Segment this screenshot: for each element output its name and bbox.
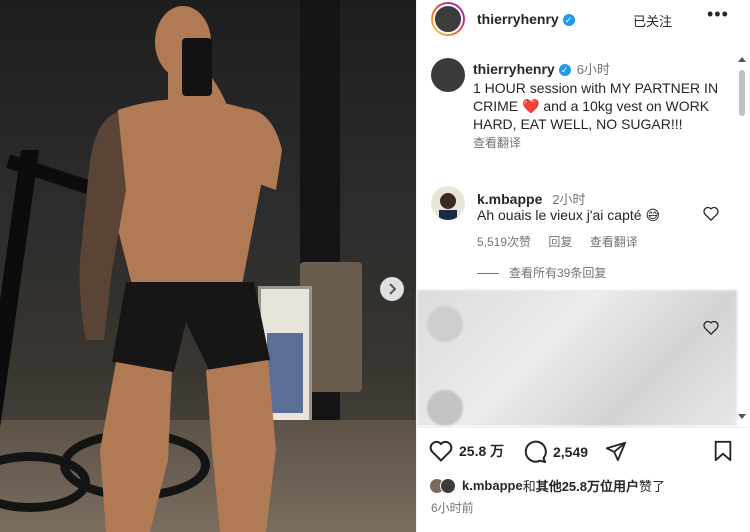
blurred-comments <box>417 290 737 426</box>
comment-time[interactable]: 2小时 <box>552 192 585 207</box>
author-avatar[interactable] <box>431 2 465 36</box>
liked-by-user[interactable]: k.mbappe <box>462 478 523 493</box>
comment-reply-button[interactable]: 回复 <box>548 235 572 249</box>
share-action[interactable] <box>605 440 627 462</box>
caption-time[interactable]: 6小时 <box>577 62 610 77</box>
liker-avatar[interactable] <box>440 477 456 494</box>
save-action[interactable] <box>713 440 733 462</box>
post-timestamp[interactable]: 6小时前 <box>431 499 474 516</box>
comment-meta: 5,519次赞 回复 查看翻译 <box>477 233 652 250</box>
comment-like-heart-icon[interactable] <box>703 206 719 221</box>
comment-header: k.mbappe 2小时 <box>477 189 585 208</box>
post-photo[interactable] <box>0 0 416 532</box>
chevron-right-icon <box>389 283 397 295</box>
verified-badge-icon: ✓ <box>558 64 571 76</box>
comment-text: Ah ouais le vieux j'ai capté 😅 <box>477 207 661 223</box>
like-action[interactable]: 25.8 万 <box>429 440 504 462</box>
divider-line <box>477 273 499 275</box>
comment-bubble-icon[interactable] <box>523 440 547 464</box>
liked-by-connector: 和 <box>522 479 536 494</box>
follow-state[interactable]: 已关注 <box>633 11 672 30</box>
liked-by-others[interactable]: 其他25.8万位用户 <box>536 476 639 495</box>
post-header: thierryhenry ✓ 已关注 ••• <box>417 0 750 40</box>
comment-author[interactable]: k.mbappe <box>477 191 542 207</box>
comment-action[interactable]: 2,549 <box>523 440 588 464</box>
action-bar: 25.8 万 2,549 <box>429 440 739 468</box>
caption-author-avatar[interactable] <box>431 58 465 92</box>
scroll-up-arrow-icon[interactable] <box>738 56 746 64</box>
like-count[interactable]: 25.8 万 <box>459 441 504 461</box>
person-figure <box>79 6 282 532</box>
scroll-down-arrow-icon[interactable] <box>738 412 746 420</box>
actions-divider <box>417 427 750 428</box>
post-side-panel: thierryhenry ✓ 已关注 ••• thierryhenry ✓ 6小时 1… <box>416 0 750 532</box>
caption-see-translation[interactable]: 查看翻译 <box>473 136 521 150</box>
comment-likes[interactable]: 5,519次赞 <box>477 235 531 249</box>
caption-author[interactable]: thierryhenry <box>473 61 555 77</box>
comment-see-translation[interactable]: 查看翻译 <box>590 235 638 249</box>
author-username[interactable]: thierryhenry ✓ <box>477 11 575 27</box>
verified-badge-icon: ✓ <box>562 14 575 26</box>
liked-by-end: 赞了 <box>639 479 666 494</box>
heart-icon[interactable] <box>429 440 453 462</box>
bookmark-icon[interactable] <box>713 440 733 462</box>
next-image-button[interactable] <box>380 277 404 301</box>
comment-count[interactable]: 2,549 <box>553 444 588 460</box>
commenter-avatar[interactable] <box>431 186 465 220</box>
more-options-icon[interactable]: ••• <box>707 4 729 25</box>
heart-emoji-icon: ❤️ <box>522 98 540 114</box>
commenter-face-icon <box>439 193 457 220</box>
comments-scrollbar[interactable] <box>736 56 748 424</box>
share-paper-plane-icon[interactable] <box>605 440 627 462</box>
post-caption: thierryhenry ✓ 6小时 1 HOUR session with MY … <box>473 60 737 152</box>
liked-by-row: k.mbappe 和 其他25.8万位用户 赞了 <box>429 476 665 495</box>
scrollbar-thumb[interactable] <box>739 70 745 116</box>
comment-like-heart-icon[interactable] <box>703 320 719 335</box>
view-all-replies[interactable]: 查看所有39条回复 <box>477 264 606 281</box>
